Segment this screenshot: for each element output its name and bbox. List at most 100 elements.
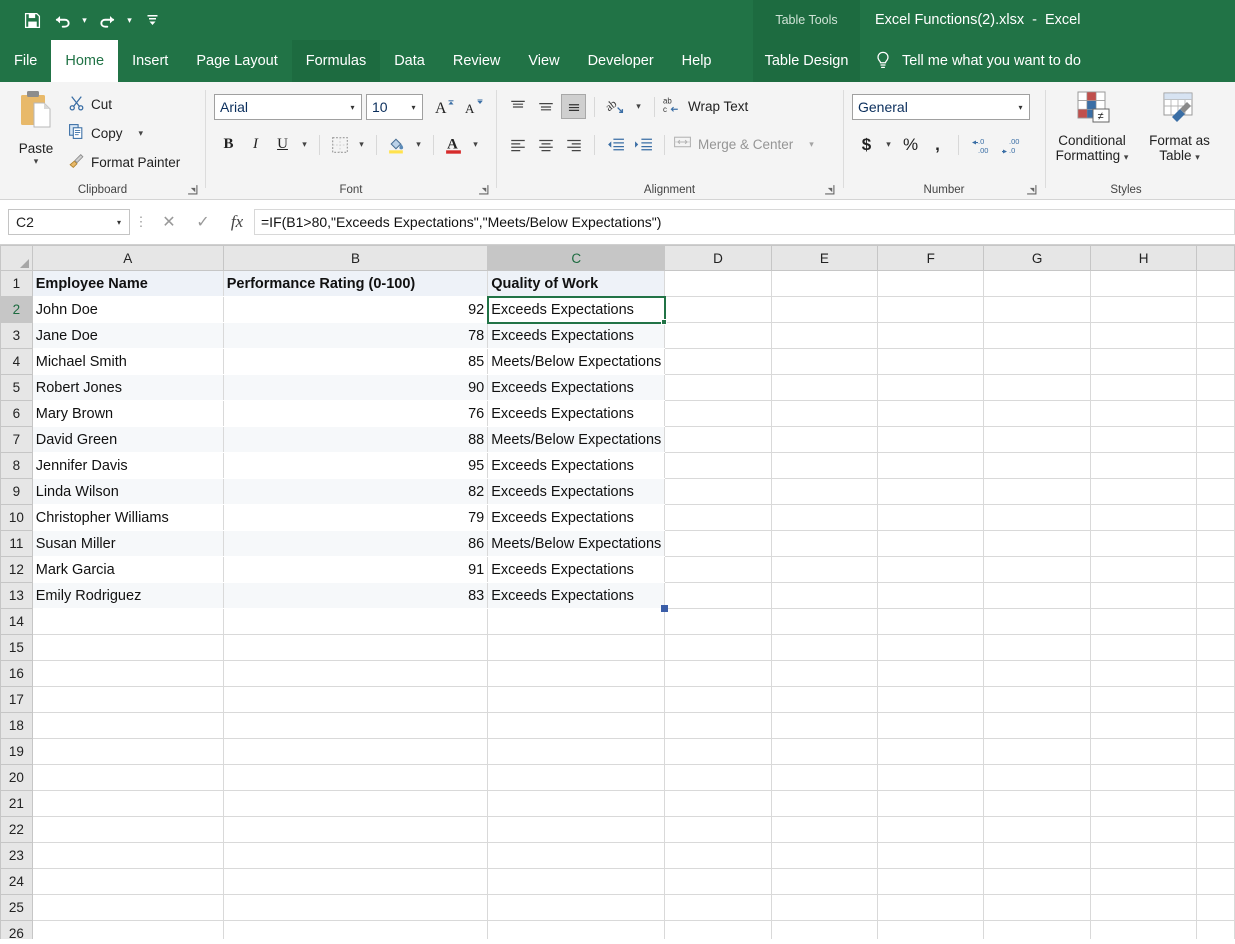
cell-E24[interactable] <box>771 869 877 895</box>
increase-indent-button[interactable] <box>631 132 656 157</box>
row-header-12[interactable]: 12 <box>1 557 33 583</box>
cell-D13[interactable] <box>665 583 771 609</box>
column-header-e[interactable]: E <box>771 246 877 271</box>
enter-formula-icon[interactable]: ✓ <box>186 209 220 235</box>
cell-A9[interactable]: Linda Wilson <box>32 479 223 505</box>
font-size-combobox[interactable]: 10 ▾ <box>366 94 423 120</box>
underline-button[interactable]: U <box>270 132 295 157</box>
cell-A16[interactable] <box>32 661 223 687</box>
cell-H4[interactable] <box>1090 349 1196 375</box>
tab-data[interactable]: Data <box>380 40 439 82</box>
cell-E7[interactable] <box>771 427 877 453</box>
font-name-dropdown-icon[interactable]: ▾ <box>344 95 361 119</box>
cell-A7[interactable]: David Green <box>32 427 223 453</box>
cell-D20[interactable] <box>665 765 771 791</box>
align-middle-button[interactable] <box>533 94 558 119</box>
cell-B11[interactable]: 86 <box>223 531 488 557</box>
cell-F5[interactable] <box>878 375 984 401</box>
row-header-5[interactable]: 5 <box>1 375 33 401</box>
cell-B16[interactable] <box>223 661 488 687</box>
cell-G26[interactable] <box>984 921 1090 940</box>
cell-C24[interactable] <box>488 869 665 895</box>
cell-F20[interactable] <box>878 765 984 791</box>
cell-C7[interactable]: Meets/Below Expectations <box>488 427 665 453</box>
comma-format-button[interactable]: , <box>925 132 950 157</box>
cell-C12[interactable]: Exceeds Expectations <box>488 557 665 583</box>
cell-D4[interactable] <box>665 349 771 375</box>
cell-G8[interactable] <box>984 453 1090 479</box>
cell-E17[interactable] <box>771 687 877 713</box>
cell-A1[interactable]: Employee Name <box>32 271 223 297</box>
cell-G18[interactable] <box>984 713 1090 739</box>
cell-F1[interactable] <box>878 271 984 297</box>
wrap-text-button[interactable]: ab c Wrap Text <box>663 94 748 119</box>
cell-D25[interactable] <box>665 895 771 921</box>
cell-H2[interactable] <box>1090 297 1196 323</box>
cell-D1[interactable] <box>665 271 771 297</box>
cell-F25[interactable] <box>878 895 984 921</box>
cell-B14[interactable] <box>223 609 488 635</box>
cell-E12[interactable] <box>771 557 877 583</box>
cell-H1[interactable] <box>1090 271 1196 297</box>
cell-H9[interactable] <box>1090 479 1196 505</box>
cell-A10[interactable]: Christopher Williams <box>32 505 223 531</box>
tab-home[interactable]: Home <box>51 40 118 82</box>
cell-F3[interactable] <box>878 323 984 349</box>
cell-B8[interactable]: 95 <box>223 453 488 479</box>
cell-H13[interactable] <box>1090 583 1196 609</box>
fill-color-button[interactable] <box>384 132 409 157</box>
cell-overflow-18[interactable] <box>1197 713 1235 739</box>
cell-G9[interactable] <box>984 479 1090 505</box>
cell-A14[interactable] <box>32 609 223 635</box>
cell-overflow-22[interactable] <box>1197 817 1235 843</box>
row-header-18[interactable]: 18 <box>1 713 33 739</box>
cell-B19[interactable] <box>223 739 488 765</box>
cell-H21[interactable] <box>1090 791 1196 817</box>
format-painter-button[interactable]: Format Painter <box>68 150 180 175</box>
cell-H14[interactable] <box>1090 609 1196 635</box>
tab-file[interactable]: File <box>0 40 51 82</box>
cell-A13[interactable]: Emily Rodriguez <box>32 583 223 609</box>
row-header-20[interactable]: 20 <box>1 765 33 791</box>
format-as-table-dropdown-icon[interactable]: ▾ <box>1195 152 1200 162</box>
cell-D18[interactable] <box>665 713 771 739</box>
row-header-13[interactable]: 13 <box>1 583 33 609</box>
cell-A11[interactable]: Susan Miller <box>32 531 223 557</box>
tab-view[interactable]: View <box>514 40 573 82</box>
cell-H25[interactable] <box>1090 895 1196 921</box>
cell-G24[interactable] <box>984 869 1090 895</box>
cell-E16[interactable] <box>771 661 877 687</box>
cell-G12[interactable] <box>984 557 1090 583</box>
cell-A22[interactable] <box>32 817 223 843</box>
cell-overflow-1[interactable] <box>1197 271 1235 297</box>
cell-overflow-17[interactable] <box>1197 687 1235 713</box>
copy-button[interactable]: Copy ▾ <box>68 121 143 146</box>
save-icon[interactable] <box>18 6 46 34</box>
font-size-dropdown-icon[interactable]: ▾ <box>405 95 422 119</box>
row-header-21[interactable]: 21 <box>1 791 33 817</box>
column-header-f[interactable]: F <box>878 246 984 271</box>
row-header-23[interactable]: 23 <box>1 843 33 869</box>
cell-G1[interactable] <box>984 271 1090 297</box>
name-box[interactable]: C2 ▾ <box>8 209 130 235</box>
select-all-corner[interactable] <box>1 246 33 271</box>
cell-H6[interactable] <box>1090 401 1196 427</box>
cell-D19[interactable] <box>665 739 771 765</box>
cell-H23[interactable] <box>1090 843 1196 869</box>
cell-C2[interactable]: Exceeds Expectations <box>488 297 665 323</box>
conditional-formatting-dropdown-icon[interactable]: ▾ <box>1124 152 1129 162</box>
cell-G5[interactable] <box>984 375 1090 401</box>
cell-E20[interactable] <box>771 765 877 791</box>
cell-B9[interactable]: 82 <box>223 479 488 505</box>
cell-F21[interactable] <box>878 791 984 817</box>
cell-F15[interactable] <box>878 635 984 661</box>
cell-G2[interactable] <box>984 297 1090 323</box>
cell-B21[interactable] <box>223 791 488 817</box>
cell-overflow-16[interactable] <box>1197 661 1235 687</box>
column-header-partial[interactable] <box>1197 246 1235 271</box>
cell-B23[interactable] <box>223 843 488 869</box>
italic-button[interactable]: I <box>243 132 268 157</box>
cell-H10[interactable] <box>1090 505 1196 531</box>
cell-C21[interactable] <box>488 791 665 817</box>
decrease-font-size-button[interactable]: A <box>460 93 488 121</box>
